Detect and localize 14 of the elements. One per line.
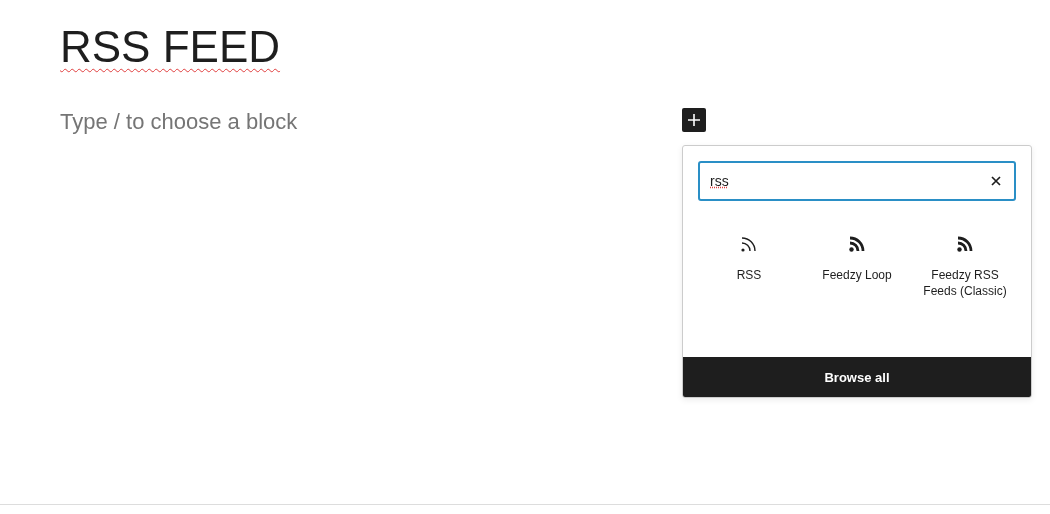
plus-icon bbox=[687, 113, 701, 127]
close-button[interactable] bbox=[989, 174, 1003, 188]
rss-icon bbox=[956, 235, 974, 253]
search-field[interactable]: rss bbox=[698, 161, 1016, 201]
rss-icon bbox=[848, 235, 866, 253]
block-result[interactable]: Feedzy RSS Feeds (Classic) bbox=[911, 235, 1019, 321]
add-block-button[interactable] bbox=[682, 108, 706, 132]
post-title[interactable]: RSS FEED bbox=[60, 20, 281, 73]
browse-all-button[interactable]: Browse all bbox=[683, 357, 1031, 397]
close-icon bbox=[989, 174, 1003, 188]
block-result[interactable]: RSS bbox=[695, 235, 803, 321]
block-placeholder[interactable]: Type / to choose a block bbox=[60, 108, 298, 136]
block-result[interactable]: Feedzy Loop bbox=[803, 235, 911, 321]
rss-icon bbox=[740, 235, 758, 253]
